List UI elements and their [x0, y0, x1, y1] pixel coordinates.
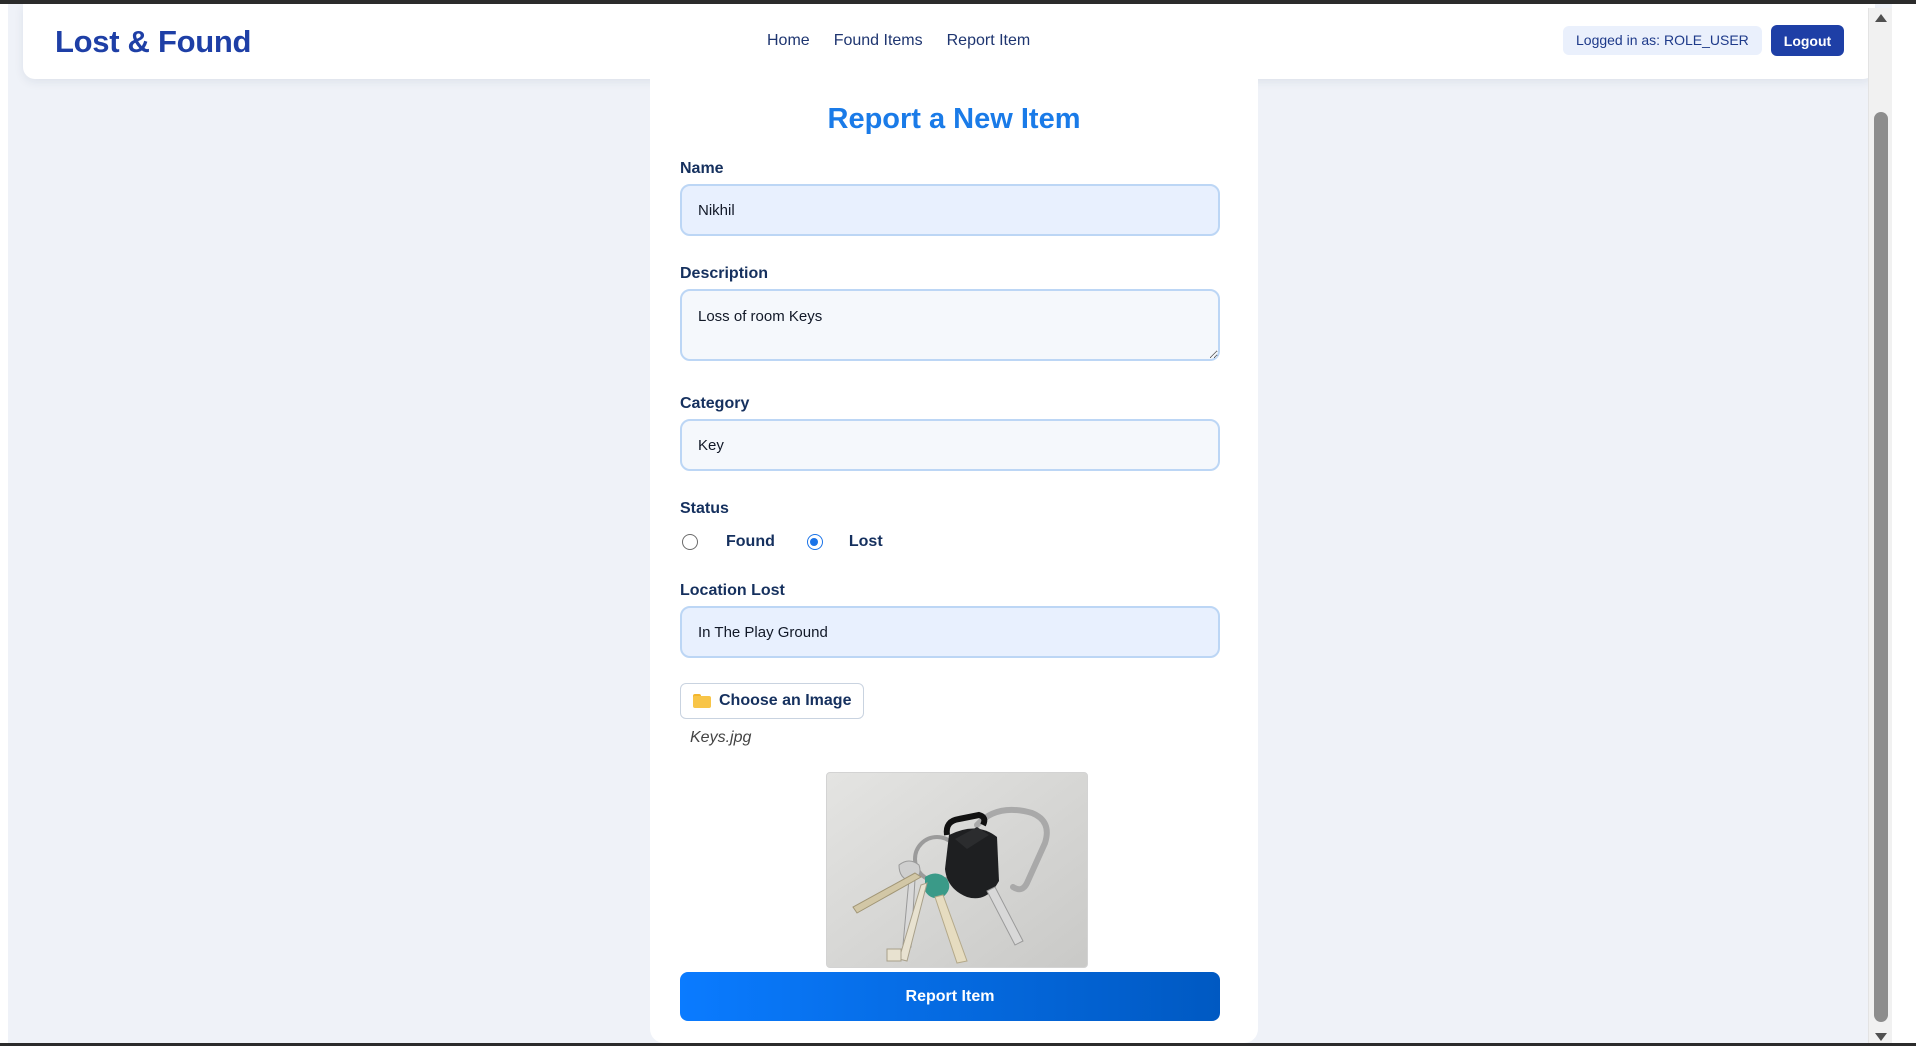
keys-photo-icon	[827, 773, 1087, 967]
choose-image-label: Choose an Image	[719, 692, 852, 709]
report-item-button[interactable]: Report Item	[680, 972, 1220, 1021]
location-label: Location Lost	[680, 582, 785, 599]
report-form-card: Report a New Item Name Description Loss …	[650, 79, 1258, 1043]
role-badge: Logged in as: ROLE_USER	[1563, 26, 1762, 55]
location-input[interactable]	[680, 606, 1220, 658]
nav-home-link[interactable]: Home	[767, 32, 810, 50]
description-textarea[interactable]: Loss of room Keys	[680, 289, 1220, 361]
page-background: Lost & Found Home Found Items Report Ite…	[8, 4, 1892, 1043]
navbar: Lost & Found Home Found Items Report Ite…	[23, 4, 1875, 79]
scroll-up-icon[interactable]	[1875, 14, 1887, 22]
description-label: Description	[680, 265, 769, 282]
status-lost-radio[interactable]	[806, 534, 823, 550]
category-label: Category	[680, 395, 750, 412]
logout-button[interactable]: Logout	[1771, 25, 1844, 56]
status-found-radio[interactable]	[682, 534, 698, 550]
status-lost-label[interactable]: Lost	[849, 533, 883, 551]
nav-found-items-link[interactable]: Found Items	[834, 32, 923, 50]
scroll-down-icon[interactable]	[1875, 1033, 1887, 1041]
nav-links: Home Found Items Report Item	[767, 32, 1030, 50]
image-preview	[826, 772, 1088, 968]
status-radio-group: Found Lost	[680, 533, 883, 551]
status-found-label[interactable]: Found	[726, 533, 775, 551]
brand-logo[interactable]: Lost & Found	[55, 24, 251, 60]
form-title: Report a New Item	[827, 103, 1081, 135]
selected-file-name: Keys.jpg	[690, 729, 752, 746]
choose-image-button[interactable]: Choose an Image	[680, 683, 865, 719]
name-input[interactable]	[680, 184, 1220, 236]
vertical-scrollbar[interactable]	[1868, 8, 1892, 1043]
name-label: Name	[680, 160, 724, 177]
folder-icon	[693, 694, 711, 708]
category-input[interactable]	[680, 419, 1220, 471]
window-left-gutter	[0, 4, 8, 1043]
scroll-thumb[interactable]	[1874, 112, 1888, 1022]
nav-report-item-link[interactable]: Report Item	[947, 32, 1031, 50]
status-label: Status	[680, 500, 729, 517]
